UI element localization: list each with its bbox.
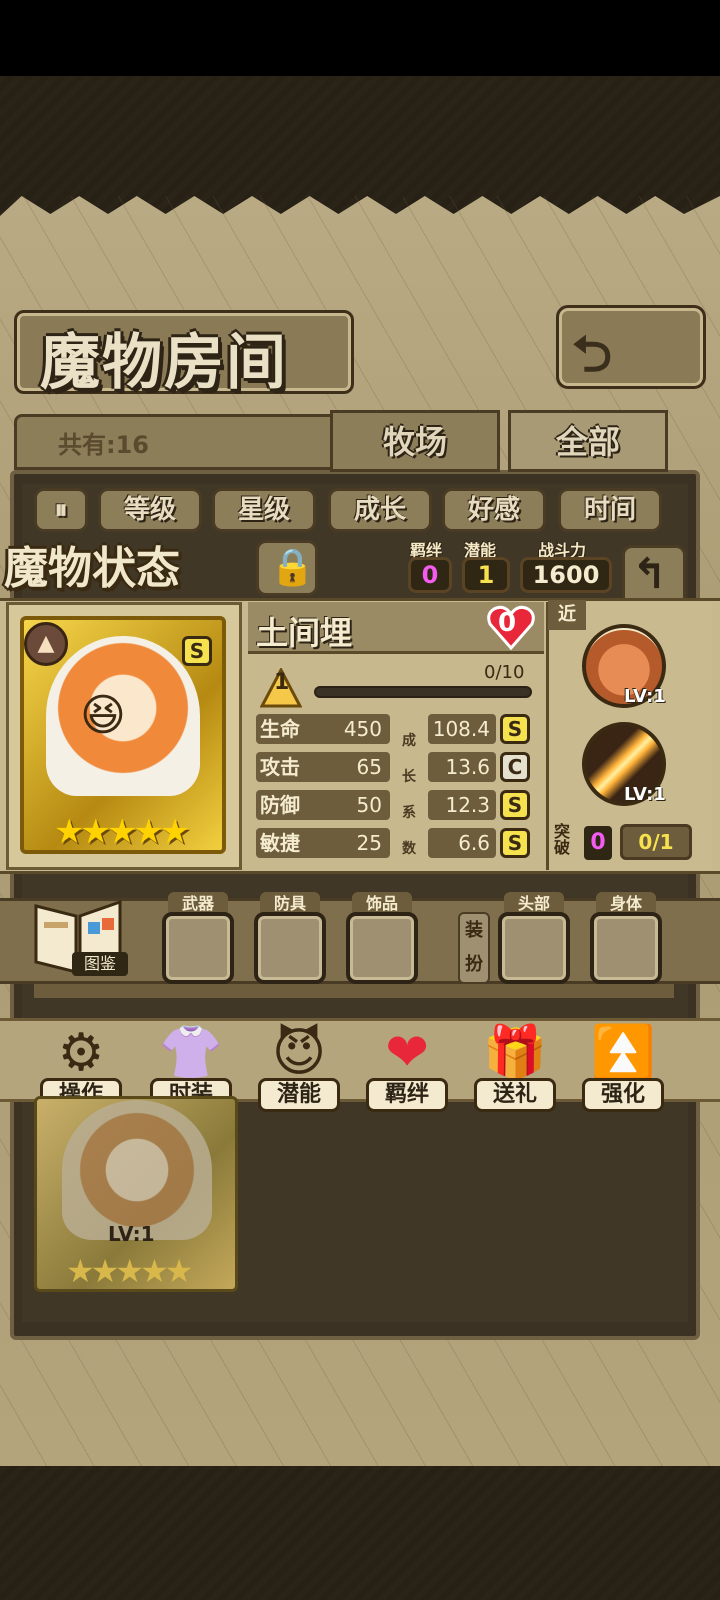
sort-star-button[interactable]: 星级 [212,488,316,532]
status-title: 魔物状态 [4,543,180,594]
stat-value: 25 [336,828,390,858]
skill-level: LV:1 [624,686,666,707]
head-slot[interactable] [498,912,570,984]
tab-pasture[interactable]: 牧场 [330,410,500,472]
breakthrough-count[interactable]: 0/1 [620,824,692,860]
dress-up-label: 装扮 [458,912,490,984]
lock-icon[interactable]: 🔒 [270,546,315,588]
return-arrow-icon[interactable]: ↰ [632,549,667,598]
list-card-stars: ★★★★★ [66,1252,193,1290]
monster-count: 共有:16 [58,431,149,459]
stat-label: 生命 [256,714,340,744]
page-title: 魔物房间 [40,328,288,398]
grade-badge: S [500,714,530,744]
action-label: 潜能 [258,1078,340,1112]
bond-button[interactable]: ❤ 羁绊 [366,1018,448,1114]
potential-value: 1 [462,557,510,593]
weapon-slot[interactable] [162,912,234,984]
exp-text: 0/10 [484,662,525,683]
action-label: 强化 [582,1078,664,1112]
sort-affection-button[interactable]: 好感 [442,488,546,532]
return-arrow-icon[interactable]: ⮌ [572,318,612,403]
breakthrough-label: 突破 [554,822,571,857]
book-label[interactable]: 图鉴 [72,952,128,976]
bond-value: 0 [408,557,452,593]
potential-button[interactable]: 😈 潜能 [258,1018,340,1114]
mountain-element-icon: ▲ [24,622,68,666]
star-rating: ★★★★★ [54,812,190,852]
grade-badge: S [500,828,530,858]
power-value: 1600 [520,557,612,593]
stat-value: 50 [336,790,390,820]
action-label: 羁绊 [366,1078,448,1112]
list-card-level: LV:1 [108,1222,155,1246]
sort-level-button[interactable]: 等级 [98,488,202,532]
growth-label-char: 系 [402,805,416,821]
list-card-portrait [62,1100,212,1240]
status-bar-area [0,0,720,76]
stat-value: 450 [336,714,390,744]
growth-label-char: 数 [402,841,416,857]
gift-button[interactable]: 🎁 送礼 [474,1018,556,1114]
level-value: 1 [274,670,290,695]
grade-badge: S [500,790,530,820]
growth-value: 12.3 [428,790,496,820]
sort-time-button[interactable]: 时间 [558,488,662,532]
exp-bar [314,686,532,698]
affection-value: 0 [498,608,517,638]
monster-face: 😆 [80,690,126,741]
monster-name: 土间埋 [256,614,353,652]
growth-value: 13.6 [428,752,496,782]
growth-label-char: 长 [402,769,416,785]
rank-badge: S [182,636,212,666]
body-slot[interactable] [590,912,662,984]
growth-value: 6.6 [428,828,496,858]
skill-level: LV:1 [624,784,666,805]
sort-growth-button[interactable]: 成长 [328,488,432,532]
growth-label-char: 成 [402,733,416,749]
breakthrough-value: 0 [584,826,612,860]
stat-label: 敏捷 [256,828,340,858]
sort-toggle-icon[interactable]: ⏸ [34,488,88,532]
stat-value: 65 [336,752,390,782]
grade-badge: C [500,752,530,782]
range-tag: 近 [548,600,586,630]
stat-label: 攻击 [256,752,340,782]
enhance-button[interactable]: ⏫ 强化 [582,1018,664,1114]
growth-value: 108.4 [428,714,496,744]
accessory-slot[interactable] [346,912,418,984]
action-label: 送礼 [474,1078,556,1112]
stat-label: 防御 [256,790,340,820]
list-row-strip [34,984,674,998]
tab-all[interactable]: 全部 [508,410,668,472]
armor-slot[interactable] [254,912,326,984]
